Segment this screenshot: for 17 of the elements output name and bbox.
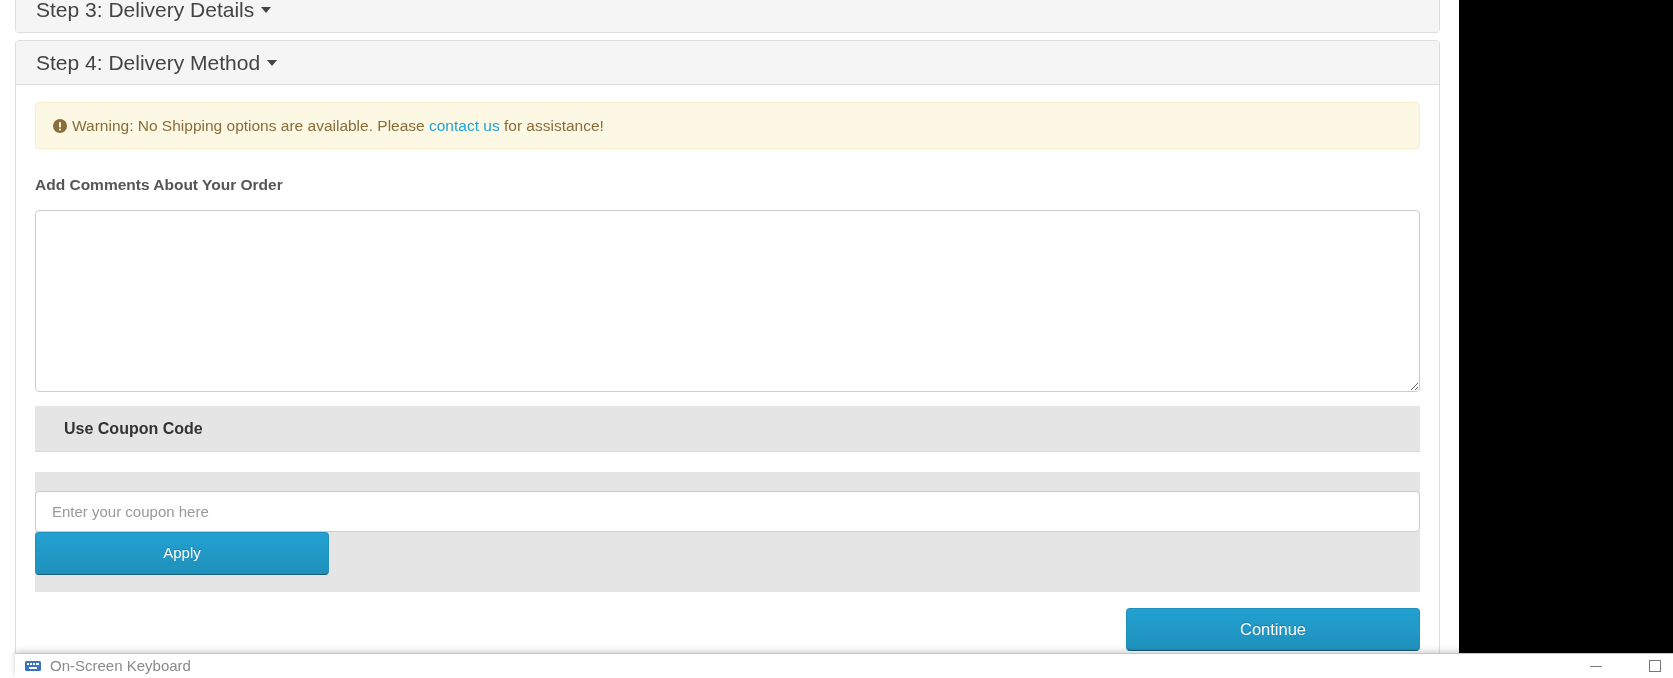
window-title: On-Screen Keyboard <box>50 655 191 676</box>
contact-link[interactable]: contact us <box>429 117 500 134</box>
keyboard-icon <box>25 659 41 673</box>
warning-message: Warning: No Shipping options are available. Please contact us for assistance! <box>72 116 604 136</box>
minimize-icon[interactable] <box>1590 665 1602 667</box>
coupon-field[interactable]: Enter your coupon here <box>35 491 1420 532</box>
step-title[interactable]: Step 3: Delivery Details <box>36 0 255 21</box>
step-title[interactable]: Step 4: Delivery Method <box>36 51 261 74</box>
caret-icon <box>261 7 272 13</box>
coupon-title: Use Coupon Code <box>64 418 203 439</box>
comments-label: Add Comments About Your Order <box>35 175 283 195</box>
warning-icon <box>53 118 67 133</box>
maximize-icon[interactable] <box>1649 660 1661 672</box>
comments-field[interactable] <box>35 210 1420 392</box>
caret-icon <box>267 59 278 66</box>
apply-button[interactable]: Apply <box>35 532 329 575</box>
continue-button[interactable]: Continue <box>1126 608 1420 651</box>
